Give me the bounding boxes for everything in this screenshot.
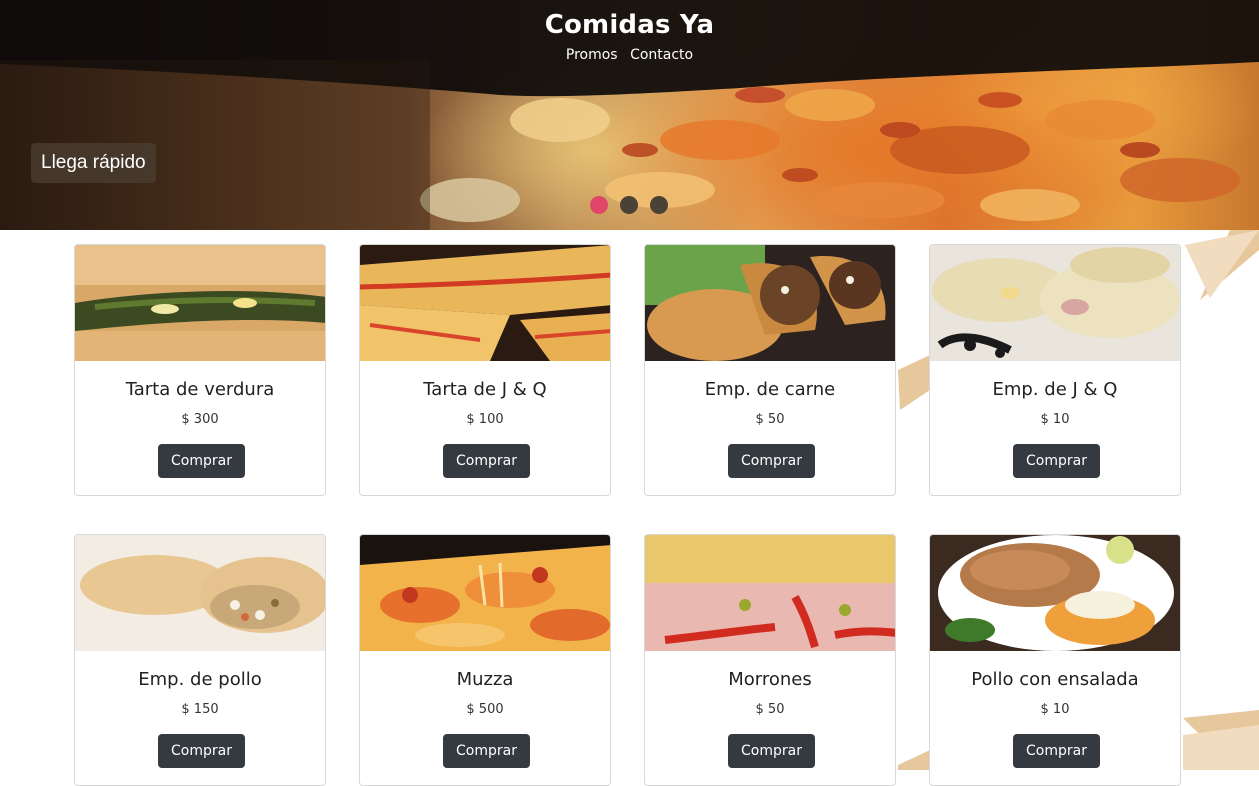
product-price: $ 50 <box>755 702 785 717</box>
product-name: Pollo con ensalada <box>971 669 1139 690</box>
product-card: Emp. de carne $ 50 Comprar <box>644 244 896 496</box>
buy-button[interactable]: Comprar <box>728 734 815 768</box>
product-name: Emp. de J & Q <box>992 379 1118 400</box>
product-image <box>360 535 610 651</box>
buy-button[interactable]: Comprar <box>443 734 530 768</box>
product-image <box>75 245 325 361</box>
carousel-indicators <box>590 196 668 214</box>
buy-button[interactable]: Comprar <box>1013 734 1100 768</box>
carousel-caption: Llega rápido <box>31 143 156 183</box>
product-name: Emp. de pollo <box>138 669 262 690</box>
product-image <box>930 535 1180 651</box>
hero-carousel[interactable]: Comidas Ya Promos Contacto Llega rápido <box>0 0 1259 230</box>
buy-button[interactable]: Comprar <box>158 444 245 478</box>
nav-links: Promos Contacto <box>0 47 1259 63</box>
product-card: Tarta de J & Q $ 100 Comprar <box>359 244 611 496</box>
carousel-indicator-2[interactable] <box>620 196 638 214</box>
product-card: Emp. de J & Q $ 10 Comprar <box>929 244 1181 496</box>
product-card: Emp. de pollo $ 150 Comprar <box>74 534 326 786</box>
product-price: $ 100 <box>466 412 504 427</box>
nav-link-contacto[interactable]: Contacto <box>630 47 693 63</box>
product-price: $ 50 <box>755 412 785 427</box>
carousel-indicator-3[interactable] <box>650 196 668 214</box>
product-image <box>75 535 325 651</box>
product-price: $ 10 <box>1040 702 1070 717</box>
product-name: Tarta de verdura <box>125 379 275 400</box>
product-price: $ 150 <box>181 702 219 717</box>
product-card: Morrones $ 50 Comprar <box>644 534 896 786</box>
product-card: Muzza $ 500 Comprar <box>359 534 611 786</box>
product-image <box>645 245 895 361</box>
carousel-indicator-1[interactable] <box>590 196 608 214</box>
product-card: Pollo con ensalada $ 10 Comprar <box>929 534 1181 786</box>
product-name: Muzza <box>456 669 514 690</box>
product-name: Tarta de J & Q <box>423 379 547 400</box>
product-price: $ 10 <box>1040 412 1070 427</box>
product-price: $ 500 <box>466 702 504 717</box>
product-image <box>645 535 895 651</box>
product-image <box>360 245 610 361</box>
nav-link-promos[interactable]: Promos <box>566 47 618 63</box>
product-name: Morrones <box>728 669 812 690</box>
product-image <box>930 245 1180 361</box>
product-name: Emp. de carne <box>704 379 836 400</box>
buy-button[interactable]: Comprar <box>158 734 245 768</box>
product-card: Tarta de verdura $ 300 Comprar <box>74 244 326 496</box>
buy-button[interactable]: Comprar <box>443 444 530 478</box>
product-price: $ 300 <box>181 412 219 427</box>
buy-button[interactable]: Comprar <box>728 444 815 478</box>
site-title: Comidas Ya <box>544 10 715 40</box>
buy-button[interactable]: Comprar <box>1013 444 1100 478</box>
